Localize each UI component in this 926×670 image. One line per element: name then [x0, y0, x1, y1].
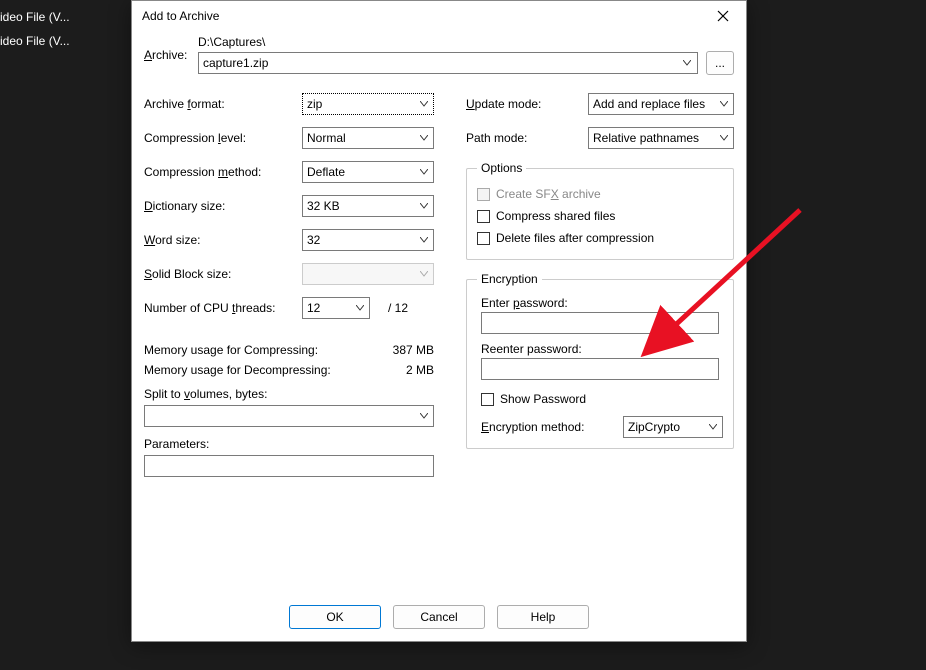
- chevron-down-icon[interactable]: [706, 417, 720, 437]
- encryption-legend: Encryption: [477, 272, 542, 286]
- chevron-down-icon[interactable]: [417, 128, 431, 148]
- archive-filename-text: capture1.zip: [203, 56, 268, 70]
- enter-password-label: Enter password:: [481, 296, 723, 310]
- shared-checkbox-row[interactable]: Compress shared files: [477, 205, 723, 227]
- delete-checkbox-row[interactable]: Delete files after compression: [477, 227, 723, 249]
- word-size-value: 32: [307, 233, 320, 247]
- chevron-down-icon[interactable]: [353, 298, 367, 318]
- chevron-down-icon[interactable]: [417, 230, 431, 250]
- file-type-cell: ideo File (V...: [0, 10, 132, 24]
- sfx-checkbox-row: Create SFX archive: [477, 183, 723, 205]
- chevron-down-icon[interactable]: [417, 162, 431, 182]
- cancel-button[interactable]: Cancel: [393, 605, 485, 629]
- encryption-method-select[interactable]: ZipCrypto: [623, 416, 723, 438]
- options-group: Options Create SFX archive Compress shar…: [466, 161, 734, 260]
- reenter-password-input[interactable]: [481, 358, 719, 380]
- mem-compress-label: Memory usage for Compressing:: [144, 343, 318, 357]
- compression-level-select[interactable]: Normal: [302, 127, 434, 149]
- archive-format-select[interactable]: zip: [302, 93, 434, 115]
- update-mode-value: Add and replace files: [593, 97, 705, 111]
- encryption-group: Encryption Enter password: Reenter passw…: [466, 272, 734, 449]
- options-legend: Options: [477, 161, 526, 175]
- compression-method-value: Deflate: [307, 165, 345, 179]
- split-volumes-select[interactable]: [144, 405, 434, 427]
- file-type-cell: ideo File (V...: [0, 34, 132, 48]
- parameters-label: Parameters:: [144, 437, 209, 451]
- chevron-down-icon[interactable]: [417, 406, 431, 426]
- show-password-row[interactable]: Show Password: [477, 388, 723, 410]
- update-mode-label: Update mode:: [466, 97, 588, 111]
- word-size-select[interactable]: 32: [302, 229, 434, 251]
- archive-format-value: zip: [307, 97, 322, 111]
- solid-block-size-select: [302, 263, 434, 285]
- split-volumes-label: Split to volumes, bytes:: [144, 387, 267, 401]
- chevron-down-icon[interactable]: [417, 196, 431, 216]
- dictionary-size-value: 32 KB: [307, 199, 340, 213]
- reenter-password-label: Reenter password:: [481, 342, 723, 356]
- sfx-checkbox: [477, 188, 490, 201]
- show-password-checkbox[interactable]: [481, 393, 494, 406]
- compression-method-select[interactable]: Deflate: [302, 161, 434, 183]
- cpu-threads-label: Number of CPU threads:: [144, 301, 302, 315]
- archive-filename-input[interactable]: capture1.zip: [198, 52, 698, 74]
- path-mode-value: Relative pathnames: [593, 131, 699, 145]
- add-to-archive-dialog: Add to Archive Archive: D:\Captures\ cap…: [131, 0, 747, 642]
- chevron-down-icon[interactable]: [417, 94, 431, 114]
- path-mode-select[interactable]: Relative pathnames: [588, 127, 734, 149]
- ok-button[interactable]: OK: [289, 605, 381, 629]
- sfx-label: Create SFX archive: [496, 187, 601, 201]
- chevron-down-icon[interactable]: [717, 128, 731, 148]
- cpu-threads-max: / 12: [388, 301, 408, 315]
- browse-button[interactable]: ...: [706, 51, 734, 75]
- chevron-down-icon[interactable]: [717, 94, 731, 114]
- mem-decompress-value: 2 MB: [406, 363, 434, 377]
- update-mode-select[interactable]: Add and replace files: [588, 93, 734, 115]
- encryption-method-label: Encryption method:: [477, 420, 623, 434]
- compression-level-value: Normal: [307, 131, 346, 145]
- compression-method-label: Compression method:: [144, 165, 302, 179]
- mem-decompress-label: Memory usage for Decompressing:: [144, 363, 331, 377]
- chevron-down-icon: [417, 264, 431, 284]
- mem-compress-value: 387 MB: [393, 343, 434, 357]
- dialog-title: Add to Archive: [142, 9, 219, 23]
- dictionary-size-label: Dictionary size:: [144, 199, 302, 213]
- enter-password-input[interactable]: [481, 312, 719, 334]
- word-size-label: Word size:: [144, 233, 302, 247]
- delete-checkbox[interactable]: [477, 232, 490, 245]
- encryption-method-value: ZipCrypto: [628, 420, 680, 434]
- titlebar: Add to Archive: [132, 1, 746, 31]
- shared-checkbox[interactable]: [477, 210, 490, 223]
- compression-level-label: Compression level:: [144, 131, 302, 145]
- help-button[interactable]: Help: [497, 605, 589, 629]
- archive-path-display: D:\Captures\: [198, 35, 734, 49]
- path-mode-label: Path mode:: [466, 131, 588, 145]
- archive-format-label: Archive format:: [144, 97, 302, 111]
- close-icon: [717, 10, 729, 22]
- cpu-threads-select[interactable]: 12: [302, 297, 370, 319]
- dictionary-size-select[interactable]: 32 KB: [302, 195, 434, 217]
- close-button[interactable]: [700, 1, 746, 31]
- parameters-input[interactable]: [144, 455, 434, 477]
- cpu-threads-value: 12: [307, 301, 320, 315]
- delete-label: Delete files after compression: [496, 231, 654, 245]
- solid-block-size-label: Solid Block size:: [144, 267, 302, 281]
- show-password-label: Show Password: [500, 392, 586, 406]
- chevron-down-icon[interactable]: [679, 55, 695, 71]
- shared-label: Compress shared files: [496, 209, 615, 223]
- archive-label: Archive:: [144, 48, 198, 62]
